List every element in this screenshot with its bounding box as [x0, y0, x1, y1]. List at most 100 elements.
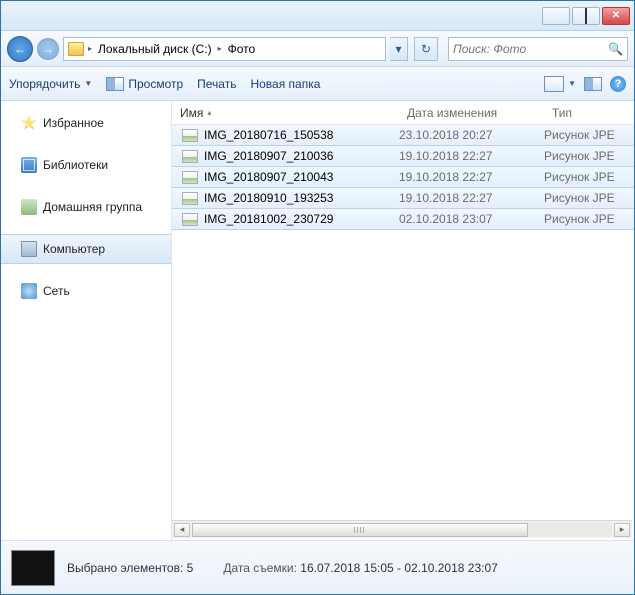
sidebar-label: Избранное	[43, 116, 104, 130]
file-list-pane: Имя ▴ Дата изменения Тип IMG_20180716_15…	[172, 101, 634, 540]
preview-icon	[106, 77, 124, 91]
file-date: 19.10.2018 22:27	[399, 170, 544, 184]
close-button[interactable]: ✕	[602, 7, 630, 25]
image-icon	[182, 213, 198, 226]
main-content: Избранное Библиотеки Домашняя группа Ком…	[1, 101, 634, 540]
organize-menu[interactable]: Упорядочить ▼	[9, 77, 92, 91]
sidebar-item-favorites[interactable]: Избранное	[1, 109, 171, 137]
search-box[interactable]: 🔍	[448, 37, 628, 61]
network-icon	[21, 283, 37, 299]
print-button[interactable]: Печать	[197, 77, 236, 91]
file-row[interactable]: IMG_20180910_193253 19.10.2018 22:27Рисун…	[172, 187, 634, 209]
file-date: 23.10.2018 20:27	[399, 128, 544, 142]
sidebar-label: Компьютер	[43, 242, 105, 256]
toolbar: Упорядочить ▼ Просмотр Печать Новая папк…	[1, 67, 634, 101]
sidebar-item-network[interactable]: Сеть	[1, 277, 171, 305]
new-folder-button[interactable]: Новая папка	[250, 77, 320, 91]
column-header-type[interactable]: Тип	[544, 106, 634, 120]
image-icon	[182, 171, 198, 184]
file-date: 19.10.2018 22:27	[399, 191, 544, 205]
selection-thumbnail	[11, 550, 55, 586]
selection-summary: Выбрано элементов: 5	[67, 561, 193, 575]
sidebar: Избранное Библиотеки Домашняя группа Ком…	[1, 101, 172, 540]
file-type: Рисунок JPE	[544, 212, 634, 226]
refresh-button[interactable]: ↻	[414, 37, 438, 61]
file-row[interactable]: IMG_20180907_210043 19.10.2018 22:27Рисун…	[172, 166, 634, 188]
preview-button[interactable]: Просмотр	[106, 77, 183, 91]
file-date: 19.10.2018 22:27	[399, 149, 544, 163]
breadcrumb-folder[interactable]: Фото	[226, 42, 258, 56]
chevron-right-icon: ▸	[218, 44, 222, 53]
maximize-icon	[585, 9, 587, 23]
star-icon	[21, 115, 37, 131]
maximize-button[interactable]	[572, 7, 600, 25]
column-label: Имя	[180, 106, 203, 120]
breadcrumb-drive[interactable]: Локальный диск (C:)	[96, 42, 214, 56]
file-name: IMG_20180716_150538	[204, 128, 333, 142]
file-type: Рисунок JPE	[544, 170, 634, 184]
scroll-left-button[interactable]: ◂	[174, 523, 190, 537]
refresh-icon: ↻	[421, 42, 431, 56]
preview-pane-button[interactable]	[584, 77, 602, 91]
chevron-down-icon: ▼	[568, 79, 576, 88]
column-headers: Имя ▴ Дата изменения Тип	[172, 101, 634, 125]
sidebar-label: Библиотеки	[43, 158, 108, 172]
homegroup-icon	[21, 199, 37, 215]
search-icon: 🔍	[608, 42, 623, 56]
new-folder-label: Новая папка	[250, 77, 320, 91]
address-dropdown[interactable]: ▾	[390, 37, 408, 61]
file-type: Рисунок JPE	[544, 191, 634, 205]
column-label: Дата изменения	[407, 106, 497, 120]
shot-date-label: Дата съемки:	[223, 561, 297, 575]
help-button[interactable]: ?	[610, 76, 626, 92]
horizontal-scrollbar[interactable]: ◂ ▸	[172, 520, 632, 538]
column-header-name[interactable]: Имя ▴	[172, 106, 399, 120]
minimize-button[interactable]	[542, 7, 570, 25]
address-bar[interactable]: ▸ Локальный диск (C:) ▸ Фото	[63, 37, 386, 61]
sidebar-item-homegroup[interactable]: Домашняя группа	[1, 193, 171, 221]
file-type: Рисунок JPE	[544, 149, 634, 163]
back-button[interactable]: ←	[7, 36, 33, 62]
sidebar-item-computer[interactable]: Компьютер	[1, 234, 171, 264]
file-row[interactable]: IMG_20180907_210036 19.10.2018 22:27Рисун…	[172, 145, 634, 167]
image-icon	[182, 192, 198, 205]
sidebar-label: Сеть	[43, 284, 70, 298]
view-menu[interactable]: ▼	[544, 76, 576, 92]
column-header-date[interactable]: Дата изменения	[399, 106, 544, 120]
image-icon	[182, 150, 198, 163]
file-row[interactable]: IMG_20181002_23072902.10.2018 23:07Рисун…	[172, 208, 634, 230]
arrow-left-icon: ←	[14, 42, 26, 56]
details-text: Выбрано элементов: 5 Дата съемки: 16.07.…	[67, 561, 498, 575]
chevron-down-icon: ▾	[395, 42, 401, 56]
sidebar-item-libraries[interactable]: Библиотеки	[1, 151, 171, 179]
file-name: IMG_20180910_193253	[204, 191, 333, 205]
column-label: Тип	[552, 106, 572, 120]
sidebar-label: Домашняя группа	[43, 200, 142, 214]
file-name: IMG_20181002_230729	[204, 212, 333, 226]
libraries-icon	[21, 157, 37, 173]
computer-icon	[21, 241, 37, 257]
close-icon: ✕	[612, 10, 620, 21]
toolbar-right: ▼ ?	[544, 76, 626, 92]
chevron-down-icon: ▼	[84, 79, 92, 88]
scroll-thumb[interactable]	[192, 523, 528, 537]
sort-asc-icon: ▴	[207, 108, 211, 117]
preview-label: Просмотр	[128, 77, 183, 91]
scroll-right-button[interactable]: ▸	[614, 523, 630, 537]
file-row[interactable]: IMG_20180716_150538 23.10.2018 20:27Рисун…	[172, 125, 634, 146]
chevron-right-icon: ▸	[88, 44, 92, 53]
view-icon	[544, 76, 564, 92]
forward-button[interactable]: →	[37, 38, 59, 60]
arrow-right-icon: →	[42, 42, 54, 56]
file-type: Рисунок JPE	[544, 128, 634, 142]
shot-date-value: 16.07.2018 15:05 - 02.10.2018 23:07	[300, 561, 498, 575]
file-name: IMG_20180907_210036	[204, 149, 333, 163]
file-name: IMG_20180907_210043	[204, 170, 333, 184]
grip-icon	[354, 527, 366, 533]
preview-pane-icon	[584, 77, 602, 91]
image-icon	[182, 129, 198, 142]
search-input[interactable]	[453, 42, 606, 56]
scroll-track[interactable]	[192, 523, 612, 537]
navigation-bar: ← → ▸ Локальный диск (C:) ▸ Фото ▾ ↻ 🔍	[1, 31, 634, 67]
organize-label: Упорядочить	[9, 77, 80, 91]
